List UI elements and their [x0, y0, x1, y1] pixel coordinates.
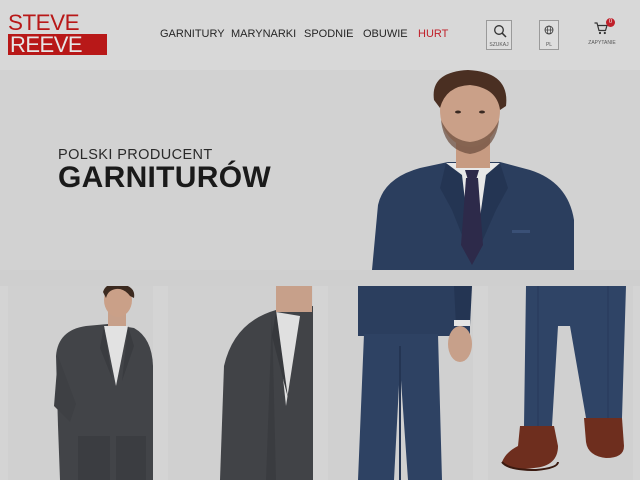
cart-label: ZAPYTANIE [588, 40, 616, 46]
product-tile-3[interactable] [328, 286, 473, 480]
logo-line-2: REEVE [8, 34, 107, 56]
cart-count-badge: 0 [606, 18, 615, 27]
hero-banner[interactable]: POLSKI PRODUCENT GARNITURÓW [0, 70, 640, 270]
hero-model-image [372, 70, 574, 270]
logo-line-1: STEVE [8, 10, 80, 35]
search-icon [494, 25, 507, 38]
product-tile-2[interactable] [168, 286, 313, 480]
language-label: PL [545, 42, 553, 48]
navy-trousers-shoes-image [488, 286, 633, 480]
grey-jacket-detail-image [168, 286, 313, 480]
nav-item-marynarki[interactable]: MARYNARKI [231, 28, 296, 40]
site-header: STEVE REEVE GARNITURY MARYNARKI SPODNIE … [0, 0, 640, 70]
grey-suit-model-image [8, 286, 153, 480]
section-gap [0, 270, 640, 286]
navy-suit-model-image [328, 286, 473, 480]
language-button[interactable]: PL [539, 20, 559, 50]
nav-item-garnitury[interactable]: GARNITURY [160, 28, 225, 40]
nav-item-hurt[interactable]: HURT [418, 28, 448, 40]
page: STEVE REEVE GARNITURY MARYNARKI SPODNIE … [0, 0, 640, 480]
nav-item-obuwie[interactable]: OBUWIE [363, 28, 408, 40]
product-tile-1[interactable] [8, 286, 153, 480]
globe-icon [544, 25, 554, 35]
brand-logo[interactable]: STEVE REEVE [8, 10, 107, 56]
search-label: SZUKAJ [489, 42, 509, 48]
search-button[interactable]: SZUKAJ [486, 20, 512, 50]
cart-button[interactable]: 0 ZAPYTANIE [586, 18, 618, 50]
product-tile-4[interactable] [488, 286, 633, 480]
nav-item-spodnie[interactable]: SPODNIE [304, 28, 354, 40]
